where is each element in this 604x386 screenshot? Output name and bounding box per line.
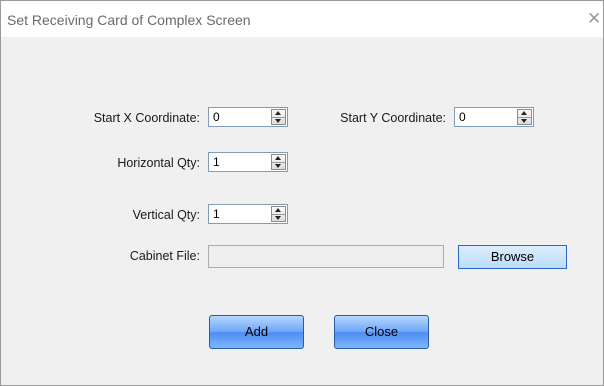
close-button[interactable]: Close [334, 315, 429, 349]
spin-down-button[interactable] [518, 117, 531, 124]
vertical-qty-value[interactable]: 1 [213, 207, 220, 221]
spin-down-button[interactable] [272, 214, 285, 221]
triangle-down-icon [275, 216, 281, 220]
start-x-value[interactable]: 0 [213, 110, 220, 124]
triangle-up-icon [275, 111, 281, 115]
spin-down-button[interactable] [272, 117, 285, 124]
triangle-down-icon [275, 164, 281, 168]
start-y-value[interactable]: 0 [459, 110, 466, 124]
add-button[interactable]: Add [209, 315, 304, 349]
vertical-qty-label: Vertical Qty: [132, 208, 200, 222]
triangle-down-icon [521, 119, 527, 123]
title-bar: Set Receiving Card of Complex Screen ✕ [1, 1, 603, 37]
dialog-title: Set Receiving Card of Complex Screen [7, 12, 251, 28]
dialog-content: Start X Coordinate: 0 Start Y Coordinate… [10, 37, 598, 380]
dialog-window: Set Receiving Card of Complex Screen ✕ S… [0, 0, 604, 386]
start-y-label: Start Y Coordinate: [340, 111, 446, 125]
horizontal-qty-value[interactable]: 1 [213, 155, 220, 169]
horizontal-qty-spinner[interactable]: 1 [208, 152, 288, 172]
cabinet-file-label: Cabinet File: [129, 249, 200, 263]
triangle-up-icon [275, 208, 281, 212]
horizontal-qty-spin-buttons [271, 154, 286, 170]
start-y-spin-buttons [517, 109, 532, 125]
browse-button[interactable]: Browse [458, 245, 567, 269]
vertical-qty-spin-buttons [271, 206, 286, 222]
horizontal-qty-label: Horizontal Qty: [117, 156, 200, 170]
start-x-spinner[interactable]: 0 [208, 107, 288, 127]
triangle-up-icon [275, 156, 281, 160]
start-y-spinner[interactable]: 0 [454, 107, 534, 127]
close-icon[interactable]: ✕ [587, 9, 601, 29]
spin-down-button[interactable] [272, 162, 285, 169]
triangle-down-icon [275, 119, 281, 123]
triangle-up-icon [521, 111, 527, 115]
cabinet-file-field[interactable] [208, 245, 444, 268]
vertical-qty-spinner[interactable]: 1 [208, 204, 288, 224]
start-x-label: Start X Coordinate: [93, 111, 200, 125]
start-x-spin-buttons [271, 109, 286, 125]
